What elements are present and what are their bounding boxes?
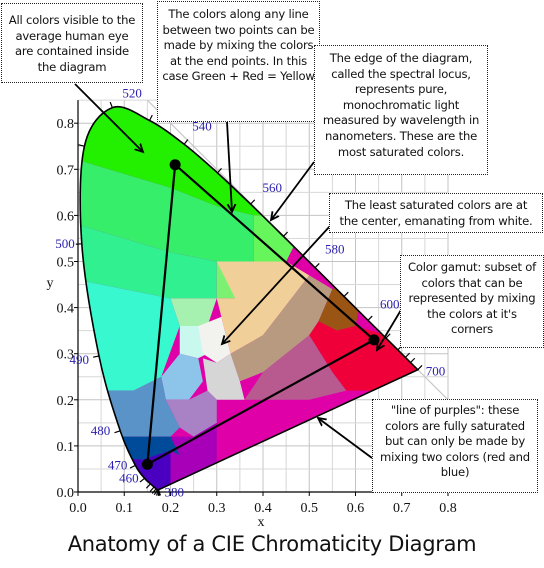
locus-tick [282, 231, 289, 237]
wavelength-label-480: 480 [91, 423, 111, 438]
annotation-mixing: The colors along any line between two po… [157, 1, 320, 122]
wavelength-label-580: 580 [325, 242, 345, 257]
wavelength-label-700: 700 [426, 364, 446, 379]
locus-tick [129, 464, 136, 469]
locus-tick [139, 477, 145, 483]
wavelength-label-380: 380 [165, 485, 185, 500]
y-tick-label: 0.2 [57, 394, 75, 409]
x-tick-label: 0.3 [208, 501, 226, 516]
arrow-line-of-purples [318, 418, 373, 459]
annotation-spectral-locus: The edge of the diagram, called the spec… [314, 45, 488, 175]
x-axis-label: x [258, 515, 265, 530]
locus-tick [183, 139, 189, 145]
annotation-center: The least saturated colors are at the ce… [329, 193, 543, 233]
x-tick-label: 0.4 [254, 501, 272, 516]
annotation-line-of-purples: "line of purples": these colors are full… [372, 399, 538, 493]
x-tick-label: 0.0 [69, 501, 87, 516]
wavelength-label-460: 460 [119, 470, 139, 485]
locus-tick [250, 199, 256, 205]
y-tick-label: 0.1 [57, 440, 75, 455]
x-tick-label: 0.2 [162, 501, 180, 516]
locus-tick [92, 355, 100, 358]
wavelength-label-470: 470 [108, 457, 128, 472]
locus-tick [417, 365, 423, 371]
gamut-vertex-green [169, 159, 181, 171]
wavelength-label-520: 520 [122, 86, 141, 101]
y-tick-label: 0.0 [57, 486, 75, 501]
annotation-visible: All colors visible to the average human … [1, 3, 143, 83]
locus-tick [343, 291, 349, 297]
wavelength-label-500: 500 [55, 236, 75, 251]
x-tick-label: 0.7 [393, 501, 411, 516]
y-tick-label: 0.4 [57, 302, 75, 317]
y-tick-label: 0.6 [57, 209, 75, 224]
y-axis-label: y [47, 276, 54, 291]
locus-tick [149, 114, 153, 121]
locus-tick [114, 430, 121, 434]
y-tick-label: 0.7 [57, 163, 75, 178]
locus-tick [410, 357, 416, 363]
y-tick-label: 0.8 [57, 117, 75, 132]
wavelength-label-600: 600 [380, 296, 400, 311]
locus-tick [314, 262, 320, 269]
x-tick-label: 0.5 [301, 501, 319, 516]
gamut-vertex-red [368, 334, 380, 346]
wavelength-label-560: 560 [263, 180, 283, 195]
locus-tick [149, 486, 155, 492]
annotation-gamut: Color gamut: subset of colors that can b… [400, 255, 544, 348]
x-tick-label: 0.1 [116, 501, 134, 516]
diagram-title: Anatomy of a CIE Chromaticity Diagram [67, 532, 477, 556]
x-tick-label: 0.6 [347, 501, 365, 516]
wavelength-label-490: 490 [69, 352, 89, 367]
y-tick-label: 0.5 [57, 256, 75, 271]
gamut-vertex-blue [141, 458, 153, 470]
locus-tick [367, 315, 373, 321]
x-tick-label: 0.8 [439, 501, 457, 516]
locus-tick [109, 101, 113, 108]
